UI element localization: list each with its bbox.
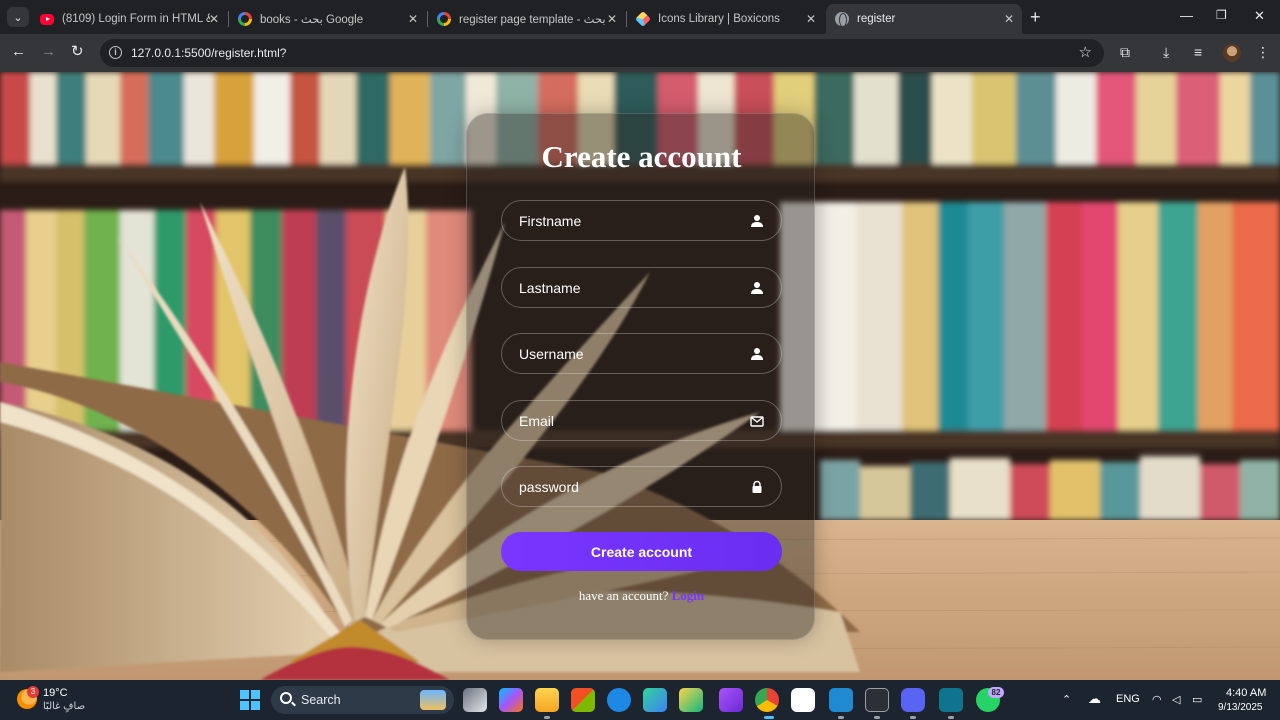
close-icon[interactable]: ✕ [1004,12,1014,26]
tab-register-template-search[interactable]: register page template - بحث G ✕ [428,4,625,34]
search-label: Search [301,693,341,707]
download-icon[interactable]: ⤓ [1163,44,1169,60]
tab-title: (8109) Login Form in HTML & C [62,13,210,25]
tab-title: Icons Library | Boxicons [658,13,780,25]
username-input[interactable] [502,334,781,373]
new-tab-button[interactable]: + [1030,8,1041,26]
media-controls-icon[interactable]: ≡ [1194,44,1202,60]
user-icon [751,348,763,360]
user-icon [751,282,763,294]
app-icon[interactable] [679,688,703,712]
vscode-icon[interactable] [829,688,853,712]
windows-start-icon[interactable] [240,690,260,710]
browser-toolbar: ← → ↻ i 127.0.0.1:5500/register.html? ☆ … [0,34,1280,72]
copilot-icon[interactable] [499,688,523,712]
chrome-icon[interactable] [755,688,779,712]
language-indicator[interactable]: ENG [1116,693,1140,705]
running-indicator [764,716,774,719]
task-view-icon[interactable] [463,688,487,712]
envelope-icon [750,416,764,427]
password-field[interactable] [501,466,782,507]
password-input[interactable] [502,467,781,506]
wifi-icon[interactable]: ◠ [1152,693,1162,706]
user-icon [751,215,763,227]
google-icon [437,12,451,26]
close-icon[interactable]: ✕ [607,12,617,26]
site-info-icon[interactable]: i [109,46,122,59]
close-icon[interactable]: ✕ [806,12,816,26]
username-field[interactable] [501,333,782,374]
address-bar[interactable]: i 127.0.0.1:5500/register.html? ☆ [100,39,1104,67]
tab-title: books - بحث Google [260,14,364,26]
close-window-icon[interactable]: ✕ [1254,8,1265,24]
lastname-input[interactable] [502,268,781,307]
close-icon[interactable]: ✕ [209,12,219,26]
search-highlight-icon [420,690,446,710]
tab-title: register page template - بحث G [459,14,607,26]
login-link[interactable]: Login [672,588,705,603]
show-hidden-icons-chevron-icon[interactable]: ⌃ [1062,693,1071,706]
taskbar-search[interactable]: Search [271,686,454,714]
extensions-icon[interactable]: ⧉ [1120,44,1130,60]
tab-register[interactable]: register ✕ [826,4,1022,34]
tab-title: register [857,13,896,25]
battery-icon[interactable]: ▭ [1192,693,1202,706]
form-title: Create account [541,139,742,174]
microsoft-store-icon[interactable] [571,688,595,712]
search-icon [280,692,292,704]
profile-avatar[interactable] [1223,44,1241,62]
login-prompt: have an account? Login [467,588,816,604]
boxicons-icon [635,11,651,27]
tab-strip: ⌄ (8109) Login Form in HTML & C ✕ books … [0,0,1280,34]
register-form-card: Create account Create account have an ac… [466,113,815,640]
taskbar: 3 19°C صافٍ غالبًا Search 82 ⌃ ☁ ENG ◠ ◁… [0,680,1280,720]
weather-badge: 3 [27,686,39,698]
firstname-input[interactable] [502,201,781,240]
dell-icon[interactable] [607,688,631,712]
forward-arrow-icon[interactable]: → [41,43,56,61]
bookmark-star-icon[interactable]: ☆ [1079,43,1092,61]
file-explorer-icon[interactable] [535,688,559,712]
running-indicator [910,716,916,719]
tab-books-search[interactable]: books - بحث Google ✕ [229,4,426,34]
remote-desktop-icon[interactable] [939,688,963,712]
create-account-button[interactable]: Create account [501,532,782,571]
back-arrow-icon[interactable]: ← [11,43,26,61]
terminal-icon[interactable] [865,688,889,712]
menu-kebab-icon[interactable]: ⋮ [1256,44,1270,60]
running-indicator [544,716,550,719]
weather-temperature[interactable]: 19°C [43,687,68,699]
email-input[interactable] [502,401,781,440]
youtube-icon [40,13,54,25]
tab-search-button[interactable]: ⌄ [7,7,29,27]
running-indicator [948,716,954,719]
clock-time[interactable]: 4:40 AM [1226,687,1266,699]
youtube-app-icon[interactable] [791,688,815,712]
email-field[interactable] [501,400,782,441]
weather-description[interactable]: صافٍ غالبًا [43,701,85,712]
url-text[interactable]: 127.0.0.1:5500/register.html? [131,46,286,60]
running-indicator [874,716,880,719]
page-viewport: Create account Create account have an ac… [0,72,1280,680]
maximize-icon[interactable]: ❐ [1216,8,1227,22]
minimize-icon[interactable]: — [1180,8,1193,23]
volume-icon[interactable]: ◁ [1172,693,1180,706]
visual-studio-icon[interactable] [719,688,743,712]
google-icon [238,12,252,26]
lastname-field[interactable] [501,267,782,308]
lock-icon [752,480,762,493]
login-prompt-text: have an account? [578,588,669,603]
discord-icon[interactable] [901,688,925,712]
tab-login-form-video[interactable]: (8109) Login Form in HTML & C ✕ [31,4,227,34]
running-indicator [838,716,844,719]
clock-date[interactable]: 9/13/2025 [1218,702,1263,713]
firstname-field[interactable] [501,200,782,241]
tab-boxicons[interactable]: Icons Library | Boxicons ✕ [627,4,824,34]
globe-icon [835,12,849,27]
photos-icon[interactable] [643,688,667,712]
whatsapp-unread-badge: 82 [988,687,1004,698]
close-icon[interactable]: ✕ [408,12,418,26]
reload-icon[interactable]: ↻ [71,43,84,61]
onedrive-cloud-icon[interactable]: ☁ [1088,691,1101,707]
